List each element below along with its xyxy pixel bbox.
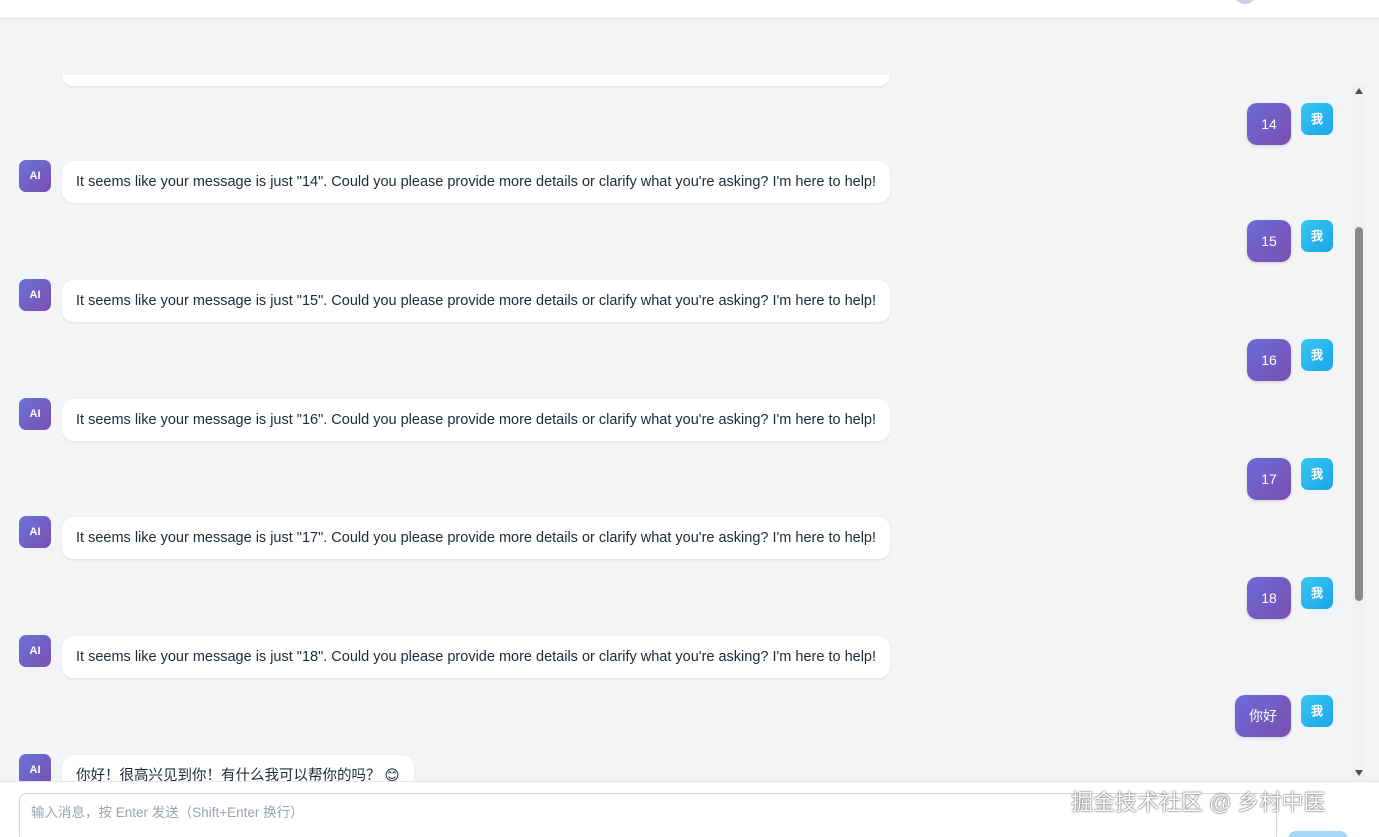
chat-message-list[interactable]: 14 我 AI It seems like your message is ju… [0,19,1352,781]
assistant-message-row: AI It seems like your message is just "1… [0,160,1352,203]
user-message-bubble: 14 [1247,103,1291,145]
assistant-message-row: AI It seems like your message is just "1… [0,279,1352,322]
composer-area [0,781,1379,837]
user-message-bubble: 你好 [1235,695,1291,737]
user-message-row: 16 我 [0,339,1352,381]
assistant-message-bubble: It seems like your message is just "16".… [62,399,891,441]
user-avatar: 我 [1301,339,1333,371]
profile-avatar[interactable] [1233,0,1257,4]
user-avatar: 我 [1301,103,1333,135]
user-message-row: 你好 我 [0,695,1352,737]
scroll-down-arrow-icon[interactable] [1355,770,1363,776]
assistant-message-bubble: It seems like your message is just "17".… [62,517,891,559]
user-avatar: 我 [1301,220,1333,252]
chat-scrollbar[interactable] [1352,83,1366,781]
user-message-bubble: 15 [1247,220,1291,262]
user-message-bubble: 16 [1247,339,1291,381]
assistant-message-bubble: 你好！很高兴见到你！有什么我可以帮你的吗？ 😊 [62,755,414,781]
user-avatar: 我 [1301,458,1333,490]
top-bar [0,0,1379,19]
assistant-message-row: AI It seems like your message is just "1… [0,398,1352,441]
assistant-message-bubble: It seems like your message is just "15".… [62,280,891,322]
previous-message-bubble [62,75,890,86]
message-input[interactable] [19,793,1277,837]
ai-avatar: AI [19,279,51,311]
assistant-message-bubble: It seems like your message is just "14".… [62,161,891,203]
user-message-row: 18 我 [0,577,1352,619]
scroll-up-arrow-icon[interactable] [1355,88,1363,94]
user-message-row: 14 我 [0,103,1352,145]
user-avatar: 我 [1301,695,1333,727]
ai-avatar: AI [19,754,51,781]
scrollbar-thumb[interactable] [1355,227,1363,601]
user-message-row: 17 我 [0,458,1352,500]
user-message-bubble: 17 [1247,458,1291,500]
assistant-message-row: AI It seems like your message is just "1… [0,635,1352,678]
user-message-bubble: 18 [1247,577,1291,619]
assistant-message-row: AI 你好！很高兴见到你！有什么我可以帮你的吗？ 😊 [0,754,1352,781]
assistant-message-bubble: It seems like your message is just "18".… [62,636,891,678]
ai-avatar: AI [19,635,51,667]
ai-avatar: AI [19,516,51,548]
assistant-message-row: AI It seems like your message is just "1… [0,516,1352,559]
send-button[interactable] [1288,831,1348,837]
user-avatar: 我 [1301,577,1333,609]
ai-avatar: AI [19,398,51,430]
user-message-row: 15 我 [0,220,1352,262]
ai-avatar: AI [19,160,51,192]
